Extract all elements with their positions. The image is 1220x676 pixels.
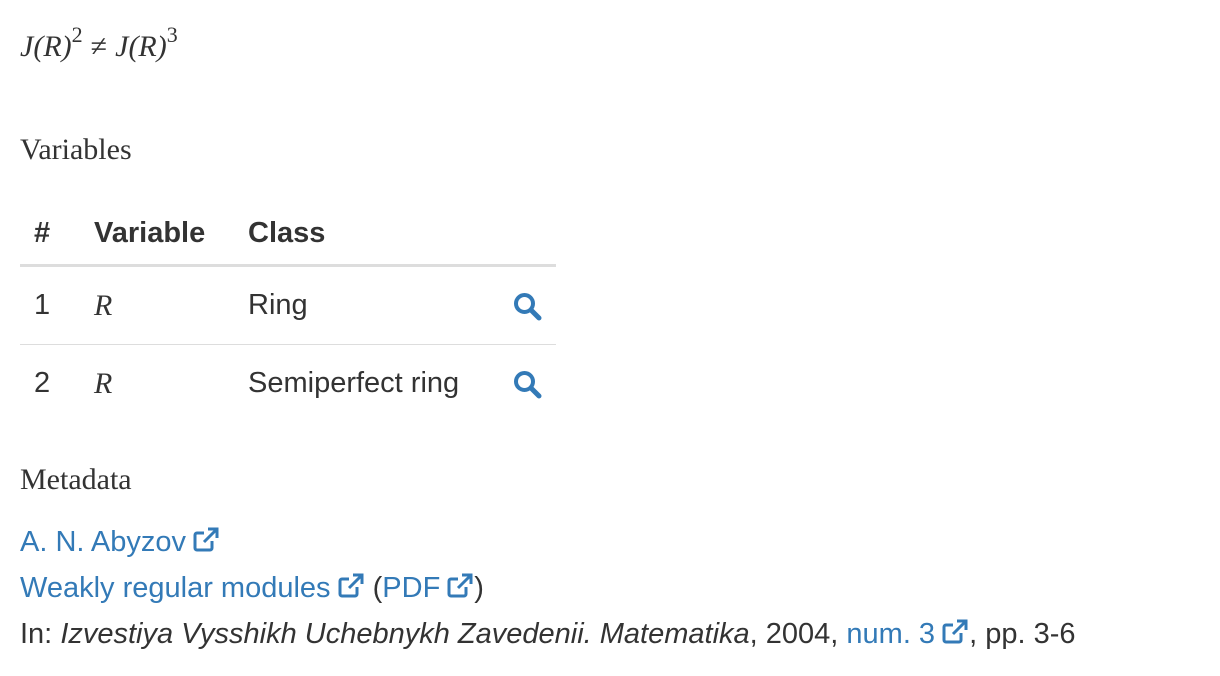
formula-lhs-base: J: [20, 30, 34, 63]
formula-lhs-exponent: 2: [71, 22, 83, 47]
search-icon[interactable]: [498, 369, 542, 399]
pdf-link[interactable]: PDF: [382, 572, 474, 604]
search-icon[interactable]: [498, 291, 542, 321]
row-number: 1: [20, 265, 80, 345]
row-class: Ring: [234, 265, 484, 345]
paper-title: Weakly regular modules: [20, 572, 331, 604]
row-number: 2: [34, 367, 51, 399]
search-class-button[interactable]: [484, 265, 556, 345]
metadata-heading: Metadata: [20, 463, 132, 496]
column-header-variable: Variable: [80, 202, 234, 267]
author-line: A. N. Abyzov: [20, 520, 1075, 566]
column-header-number: #: [20, 202, 80, 267]
author-link[interactable]: A. N. Abyzov: [20, 526, 220, 558]
column-header-class: Class: [234, 202, 484, 267]
variables-table: # Variable Class 1 R Ring 2 R Semiperfec…: [20, 202, 556, 422]
external-link-icon: [446, 568, 474, 612]
citation-line: In: Izvestiya Vysshikh Uchebnykh Zaveden…: [20, 612, 1075, 658]
issue-link[interactable]: num. 3: [846, 618, 969, 650]
formula-rhs-base: J: [115, 30, 129, 63]
theorem-formula: J(R)2 ≠ J(R)3: [20, 22, 178, 64]
search-class-button[interactable]: [484, 345, 556, 423]
row-class: Semiperfect ring: [248, 367, 460, 399]
pdf-open-paren: (: [372, 572, 383, 604]
issue-label: num. 3: [846, 618, 936, 650]
citation-pages: , pp. 3-6: [969, 618, 1076, 650]
citation-year: , 2004,: [749, 618, 847, 650]
formula-lhs-arg: (R): [33, 30, 72, 63]
table-header-row: # Variable Class: [20, 202, 556, 267]
external-link-icon: [337, 568, 365, 612]
external-link-icon: [192, 522, 220, 566]
paper-line: Weakly regular modules (PDF): [20, 566, 1075, 612]
formula-rhs-exponent: 3: [166, 22, 178, 47]
formula-relation: ≠: [90, 30, 108, 63]
metadata-block: A. N. Abyzov Weakly regular modules (PDF…: [20, 520, 1075, 658]
pdf-close-paren: ): [474, 572, 484, 604]
column-header-actions: [484, 202, 556, 267]
pdf-label: PDF: [382, 572, 441, 604]
journal-name: Izvestiya Vysshikh Uchebnykh Zavedenii. …: [60, 618, 750, 650]
variables-heading: Variables: [20, 133, 132, 166]
formula-rhs-arg: (R): [128, 30, 167, 63]
row-variable: R: [80, 265, 234, 345]
citation-prefix: In:: [20, 618, 61, 650]
paper-title-link[interactable]: Weakly regular modules: [20, 572, 365, 604]
author-name: A. N. Abyzov: [20, 526, 187, 558]
table-row: 1 R Ring: [20, 265, 556, 345]
row-variable: R: [94, 366, 113, 400]
table-row: 2 R Semiperfect ring: [20, 345, 556, 423]
external-link-icon: [941, 614, 969, 658]
